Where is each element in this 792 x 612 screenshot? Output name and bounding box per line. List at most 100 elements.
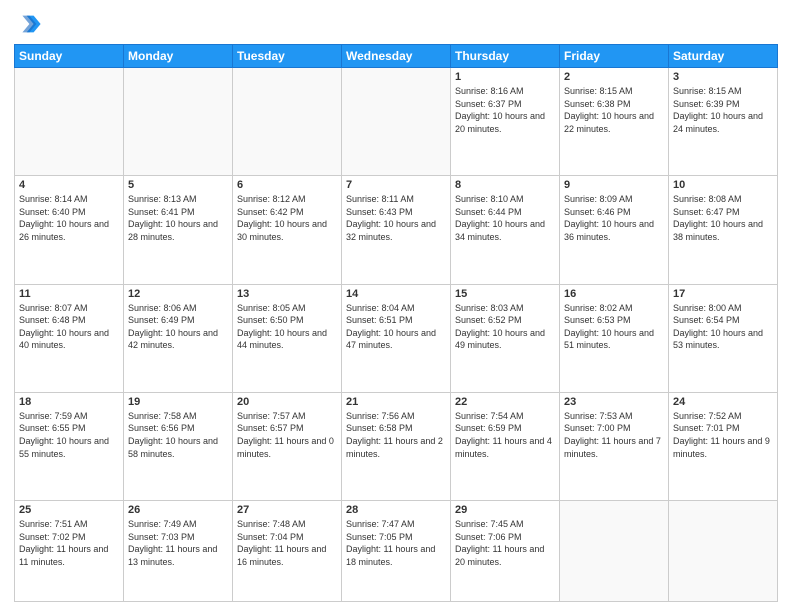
cell-info: Sunrise: 8:12 AMSunset: 6:42 PMDaylight:… (237, 193, 337, 243)
calendar-cell: 4Sunrise: 8:14 AMSunset: 6:40 PMDaylight… (15, 176, 124, 284)
cell-info: Sunrise: 8:04 AMSunset: 6:51 PMDaylight:… (346, 302, 446, 352)
day-number: 23 (564, 396, 664, 408)
day-number: 3 (673, 71, 773, 83)
day-number: 1 (455, 71, 555, 83)
cell-info: Sunrise: 7:49 AMSunset: 7:03 PMDaylight:… (128, 518, 228, 568)
day-number: 25 (19, 504, 119, 516)
day-number: 7 (346, 179, 446, 191)
day-number: 11 (19, 288, 119, 300)
logo-icon (14, 10, 42, 38)
logo (14, 10, 46, 38)
cell-info: Sunrise: 7:56 AMSunset: 6:58 PMDaylight:… (346, 410, 446, 460)
day-number: 21 (346, 396, 446, 408)
calendar-cell: 26 Sunrise: 7:49 AMSunset: 7:03 PMDayligh… (124, 501, 233, 602)
cell-info: Sunrise: 8:09 AMSunset: 6:46 PMDaylight:… (564, 193, 664, 243)
calendar-cell: 18 Sunrise: 7:59 AMSunset: 6:55 PMDayligh… (15, 392, 124, 500)
day-number: 19 (128, 396, 228, 408)
calendar-cell: 23 Sunrise: 7:53 AMSunset: 7:00 PMDayligh… (560, 392, 669, 500)
calendar-table: SundayMondayTuesdayWednesdayThursdayFrid… (14, 44, 778, 602)
calendar-cell: 8 Sunrise: 8:10 AMSunset: 6:44 PMDaylight… (451, 176, 560, 284)
day-number: 28 (346, 504, 446, 516)
day-number: 6 (237, 179, 337, 191)
week-row-2: 11 Sunrise: 8:07 AMSunset: 6:48 PMDayligh… (15, 284, 778, 392)
day-number: 5 (128, 179, 228, 191)
week-row-4: 25 Sunrise: 7:51 AMSunset: 7:02 PMDayligh… (15, 501, 778, 602)
calendar-cell: 1 Sunrise: 8:16 AMSunset: 6:37 PMDaylight… (451, 68, 560, 176)
day-number: 15 (455, 288, 555, 300)
header-row: SundayMondayTuesdayWednesdayThursdayFrid… (15, 45, 778, 68)
day-number: 4 (19, 179, 119, 191)
cell-info: Sunrise: 8:10 AMSunset: 6:44 PMDaylight:… (455, 193, 555, 243)
calendar-cell: 28 Sunrise: 7:47 AMSunset: 7:05 PMDayligh… (342, 501, 451, 602)
calendar-cell: 3 Sunrise: 8:15 AMSunset: 6:39 PMDaylight… (669, 68, 778, 176)
calendar-cell: 14Sunrise: 8:04 AMSunset: 6:51 PMDayligh… (342, 284, 451, 392)
week-row-3: 18 Sunrise: 7:59 AMSunset: 6:55 PMDayligh… (15, 392, 778, 500)
day-number: 10 (673, 179, 773, 191)
week-row-0: 1 Sunrise: 8:16 AMSunset: 6:37 PMDaylight… (15, 68, 778, 176)
cell-info: Sunrise: 8:02 AMSunset: 6:53 PMDaylight:… (564, 302, 664, 352)
calendar-cell: 16 Sunrise: 8:02 AMSunset: 6:53 PMDayligh… (560, 284, 669, 392)
calendar-cell: 17 Sunrise: 8:00 AMSunset: 6:54 PMDayligh… (669, 284, 778, 392)
cell-info: Sunrise: 8:16 AMSunset: 6:37 PMDaylight:… (455, 85, 555, 135)
calendar-cell: 21 Sunrise: 7:56 AMSunset: 6:58 PMDayligh… (342, 392, 451, 500)
day-number: 12 (128, 288, 228, 300)
day-number: 24 (673, 396, 773, 408)
cell-info: Sunrise: 7:48 AMSunset: 7:04 PMDaylight:… (237, 518, 337, 568)
week-row-1: 4Sunrise: 8:14 AMSunset: 6:40 PMDaylight… (15, 176, 778, 284)
calendar-cell: 5 Sunrise: 8:13 AMSunset: 6:41 PMDaylight… (124, 176, 233, 284)
calendar-cell: 2 Sunrise: 8:15 AMSunset: 6:38 PMDaylight… (560, 68, 669, 176)
calendar-cell: 24 Sunrise: 7:52 AMSunset: 7:01 PMDayligh… (669, 392, 778, 500)
cell-info: Sunrise: 7:52 AMSunset: 7:01 PMDaylight:… (673, 410, 773, 460)
day-number: 18 (19, 396, 119, 408)
header-day-saturday: Saturday (669, 45, 778, 68)
page: SundayMondayTuesdayWednesdayThursdayFrid… (0, 0, 792, 612)
calendar-cell (233, 68, 342, 176)
day-number: 22 (455, 396, 555, 408)
cell-info: Sunrise: 8:06 AMSunset: 6:49 PMDaylight:… (128, 302, 228, 352)
cell-info: Sunrise: 8:15 AMSunset: 6:38 PMDaylight:… (564, 85, 664, 135)
calendar-cell (342, 68, 451, 176)
cell-info: Sunrise: 8:05 AMSunset: 6:50 PMDaylight:… (237, 302, 337, 352)
cell-info: Sunrise: 7:45 AMSunset: 7:06 PMDaylight:… (455, 518, 555, 568)
cell-info: Sunrise: 7:51 AMSunset: 7:02 PMDaylight:… (19, 518, 119, 568)
calendar-cell: 25 Sunrise: 7:51 AMSunset: 7:02 PMDayligh… (15, 501, 124, 602)
calendar-cell (669, 501, 778, 602)
calendar-cell: 6 Sunrise: 8:12 AMSunset: 6:42 PMDaylight… (233, 176, 342, 284)
cell-info: Sunrise: 7:54 AMSunset: 6:59 PMDaylight:… (455, 410, 555, 460)
header-day-tuesday: Tuesday (233, 45, 342, 68)
cell-info: Sunrise: 8:13 AMSunset: 6:41 PMDaylight:… (128, 193, 228, 243)
header (14, 10, 778, 38)
cell-info: Sunrise: 7:57 AMSunset: 6:57 PMDaylight:… (237, 410, 337, 460)
cell-info: Sunrise: 8:11 AMSunset: 6:43 PMDaylight:… (346, 193, 446, 243)
day-number: 8 (455, 179, 555, 191)
cell-info: Sunrise: 7:47 AMSunset: 7:05 PMDaylight:… (346, 518, 446, 568)
cell-info: Sunrise: 7:59 AMSunset: 6:55 PMDaylight:… (19, 410, 119, 460)
calendar-cell: 11 Sunrise: 8:07 AMSunset: 6:48 PMDayligh… (15, 284, 124, 392)
calendar-cell: 12 Sunrise: 8:06 AMSunset: 6:49 PMDayligh… (124, 284, 233, 392)
calendar-cell: 7 Sunrise: 8:11 AMSunset: 6:43 PMDaylight… (342, 176, 451, 284)
day-number: 17 (673, 288, 773, 300)
calendar-cell: 9 Sunrise: 8:09 AMSunset: 6:46 PMDaylight… (560, 176, 669, 284)
header-day-wednesday: Wednesday (342, 45, 451, 68)
calendar-cell: 19Sunrise: 7:58 AMSunset: 6:56 PMDayligh… (124, 392, 233, 500)
header-day-sunday: Sunday (15, 45, 124, 68)
calendar-cell (15, 68, 124, 176)
cell-info: Sunrise: 8:07 AMSunset: 6:48 PMDaylight:… (19, 302, 119, 352)
calendar-cell: 10 Sunrise: 8:08 AMSunset: 6:47 PMDayligh… (669, 176, 778, 284)
cell-info: Sunrise: 8:15 AMSunset: 6:39 PMDaylight:… (673, 85, 773, 135)
calendar-cell: 20 Sunrise: 7:57 AMSunset: 6:57 PMDayligh… (233, 392, 342, 500)
cell-info: Sunrise: 7:53 AMSunset: 7:00 PMDaylight:… (564, 410, 664, 460)
header-day-friday: Friday (560, 45, 669, 68)
day-number: 27 (237, 504, 337, 516)
header-day-monday: Monday (124, 45, 233, 68)
day-number: 9 (564, 179, 664, 191)
day-number: 26 (128, 504, 228, 516)
cell-info: Sunrise: 8:08 AMSunset: 6:47 PMDaylight:… (673, 193, 773, 243)
calendar-cell (560, 501, 669, 602)
day-number: 16 (564, 288, 664, 300)
day-number: 20 (237, 396, 337, 408)
day-number: 2 (564, 71, 664, 83)
cell-info: Sunrise: 8:00 AMSunset: 6:54 PMDaylight:… (673, 302, 773, 352)
cell-info: Sunrise: 8:03 AMSunset: 6:52 PMDaylight:… (455, 302, 555, 352)
day-number: 29 (455, 504, 555, 516)
